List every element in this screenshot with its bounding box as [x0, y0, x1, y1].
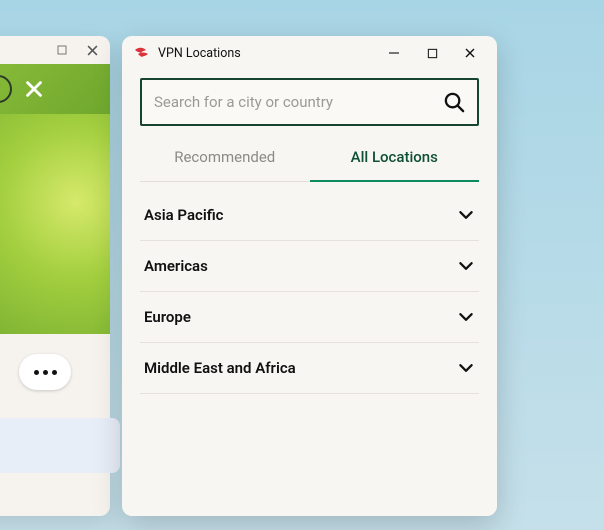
- region-name: Americas: [144, 257, 208, 275]
- region-name: Europe: [144, 308, 191, 326]
- tab-recommended[interactable]: Recommended: [140, 136, 310, 182]
- region-row-middle-east-africa[interactable]: Middle East and Africa: [140, 343, 479, 394]
- close-button[interactable]: [455, 38, 485, 68]
- tab-all-locations[interactable]: All Locations: [310, 136, 480, 182]
- window-title: VPN Locations: [158, 46, 241, 61]
- main-titlebar: [0, 36, 110, 64]
- region-row-asia-pacific[interactable]: Asia Pacific: [140, 190, 479, 241]
- region-name: Middle East and Africa: [144, 359, 296, 377]
- main-maximize-button[interactable]: [56, 44, 68, 56]
- announcement-bar: s New: [0, 64, 110, 114]
- main-app-window: s New ly.: [0, 36, 110, 516]
- search-input[interactable]: [154, 93, 443, 111]
- chevron-down-icon: [457, 257, 475, 275]
- search-box[interactable]: [140, 78, 479, 126]
- chevron-down-icon: [457, 359, 475, 377]
- info-card: ly.: [0, 418, 120, 473]
- location-tabs: Recommended All Locations: [122, 136, 497, 182]
- main-close-button[interactable]: [86, 44, 98, 56]
- locations-titlebar: VPN Locations: [122, 36, 497, 70]
- region-name: Asia Pacific: [144, 206, 224, 224]
- connection-visual: [0, 114, 110, 334]
- more-options-button[interactable]: [19, 354, 71, 390]
- app-logo-icon: [134, 45, 150, 61]
- minimize-button[interactable]: [379, 38, 409, 68]
- dots-icon: [34, 370, 39, 375]
- search-container: [122, 70, 497, 126]
- region-row-americas[interactable]: Americas: [140, 241, 479, 292]
- dismiss-announcement-button[interactable]: [20, 75, 48, 103]
- region-row-europe[interactable]: Europe: [140, 292, 479, 343]
- chevron-down-icon: [457, 308, 475, 326]
- maximize-button[interactable]: [417, 38, 447, 68]
- main-lower-panel: ly.: [0, 334, 110, 473]
- search-icon: [443, 91, 465, 113]
- whats-new-pill[interactable]: s New: [0, 75, 12, 103]
- chevron-down-icon: [457, 206, 475, 224]
- region-list: Asia Pacific Americas Europe Middle East…: [122, 182, 497, 394]
- vpn-locations-window: VPN Locations Recommended All Locations …: [122, 36, 497, 516]
